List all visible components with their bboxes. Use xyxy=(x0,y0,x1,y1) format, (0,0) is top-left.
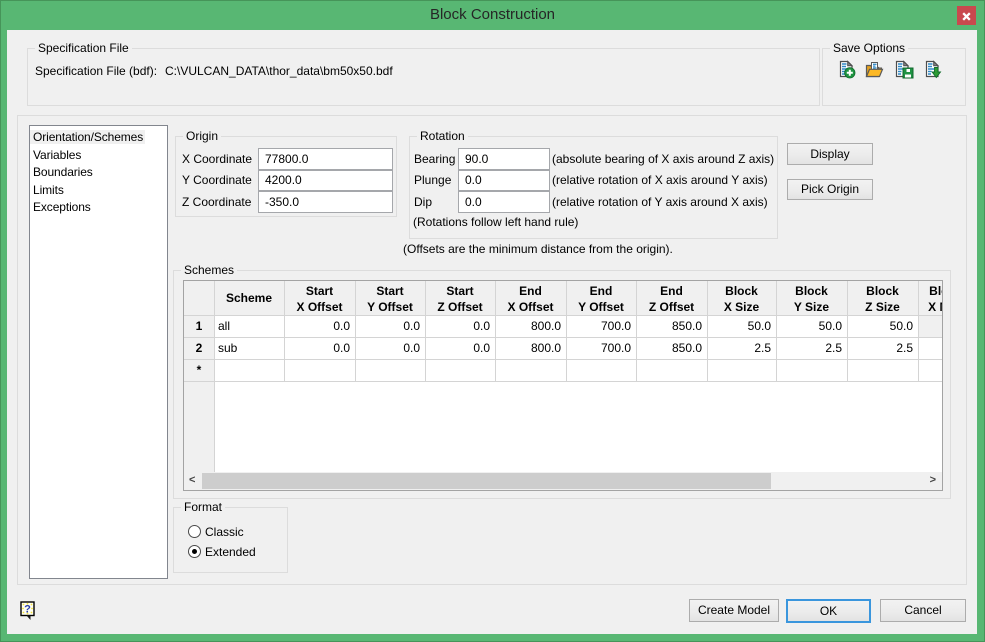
svg-text:?: ? xyxy=(24,604,31,616)
